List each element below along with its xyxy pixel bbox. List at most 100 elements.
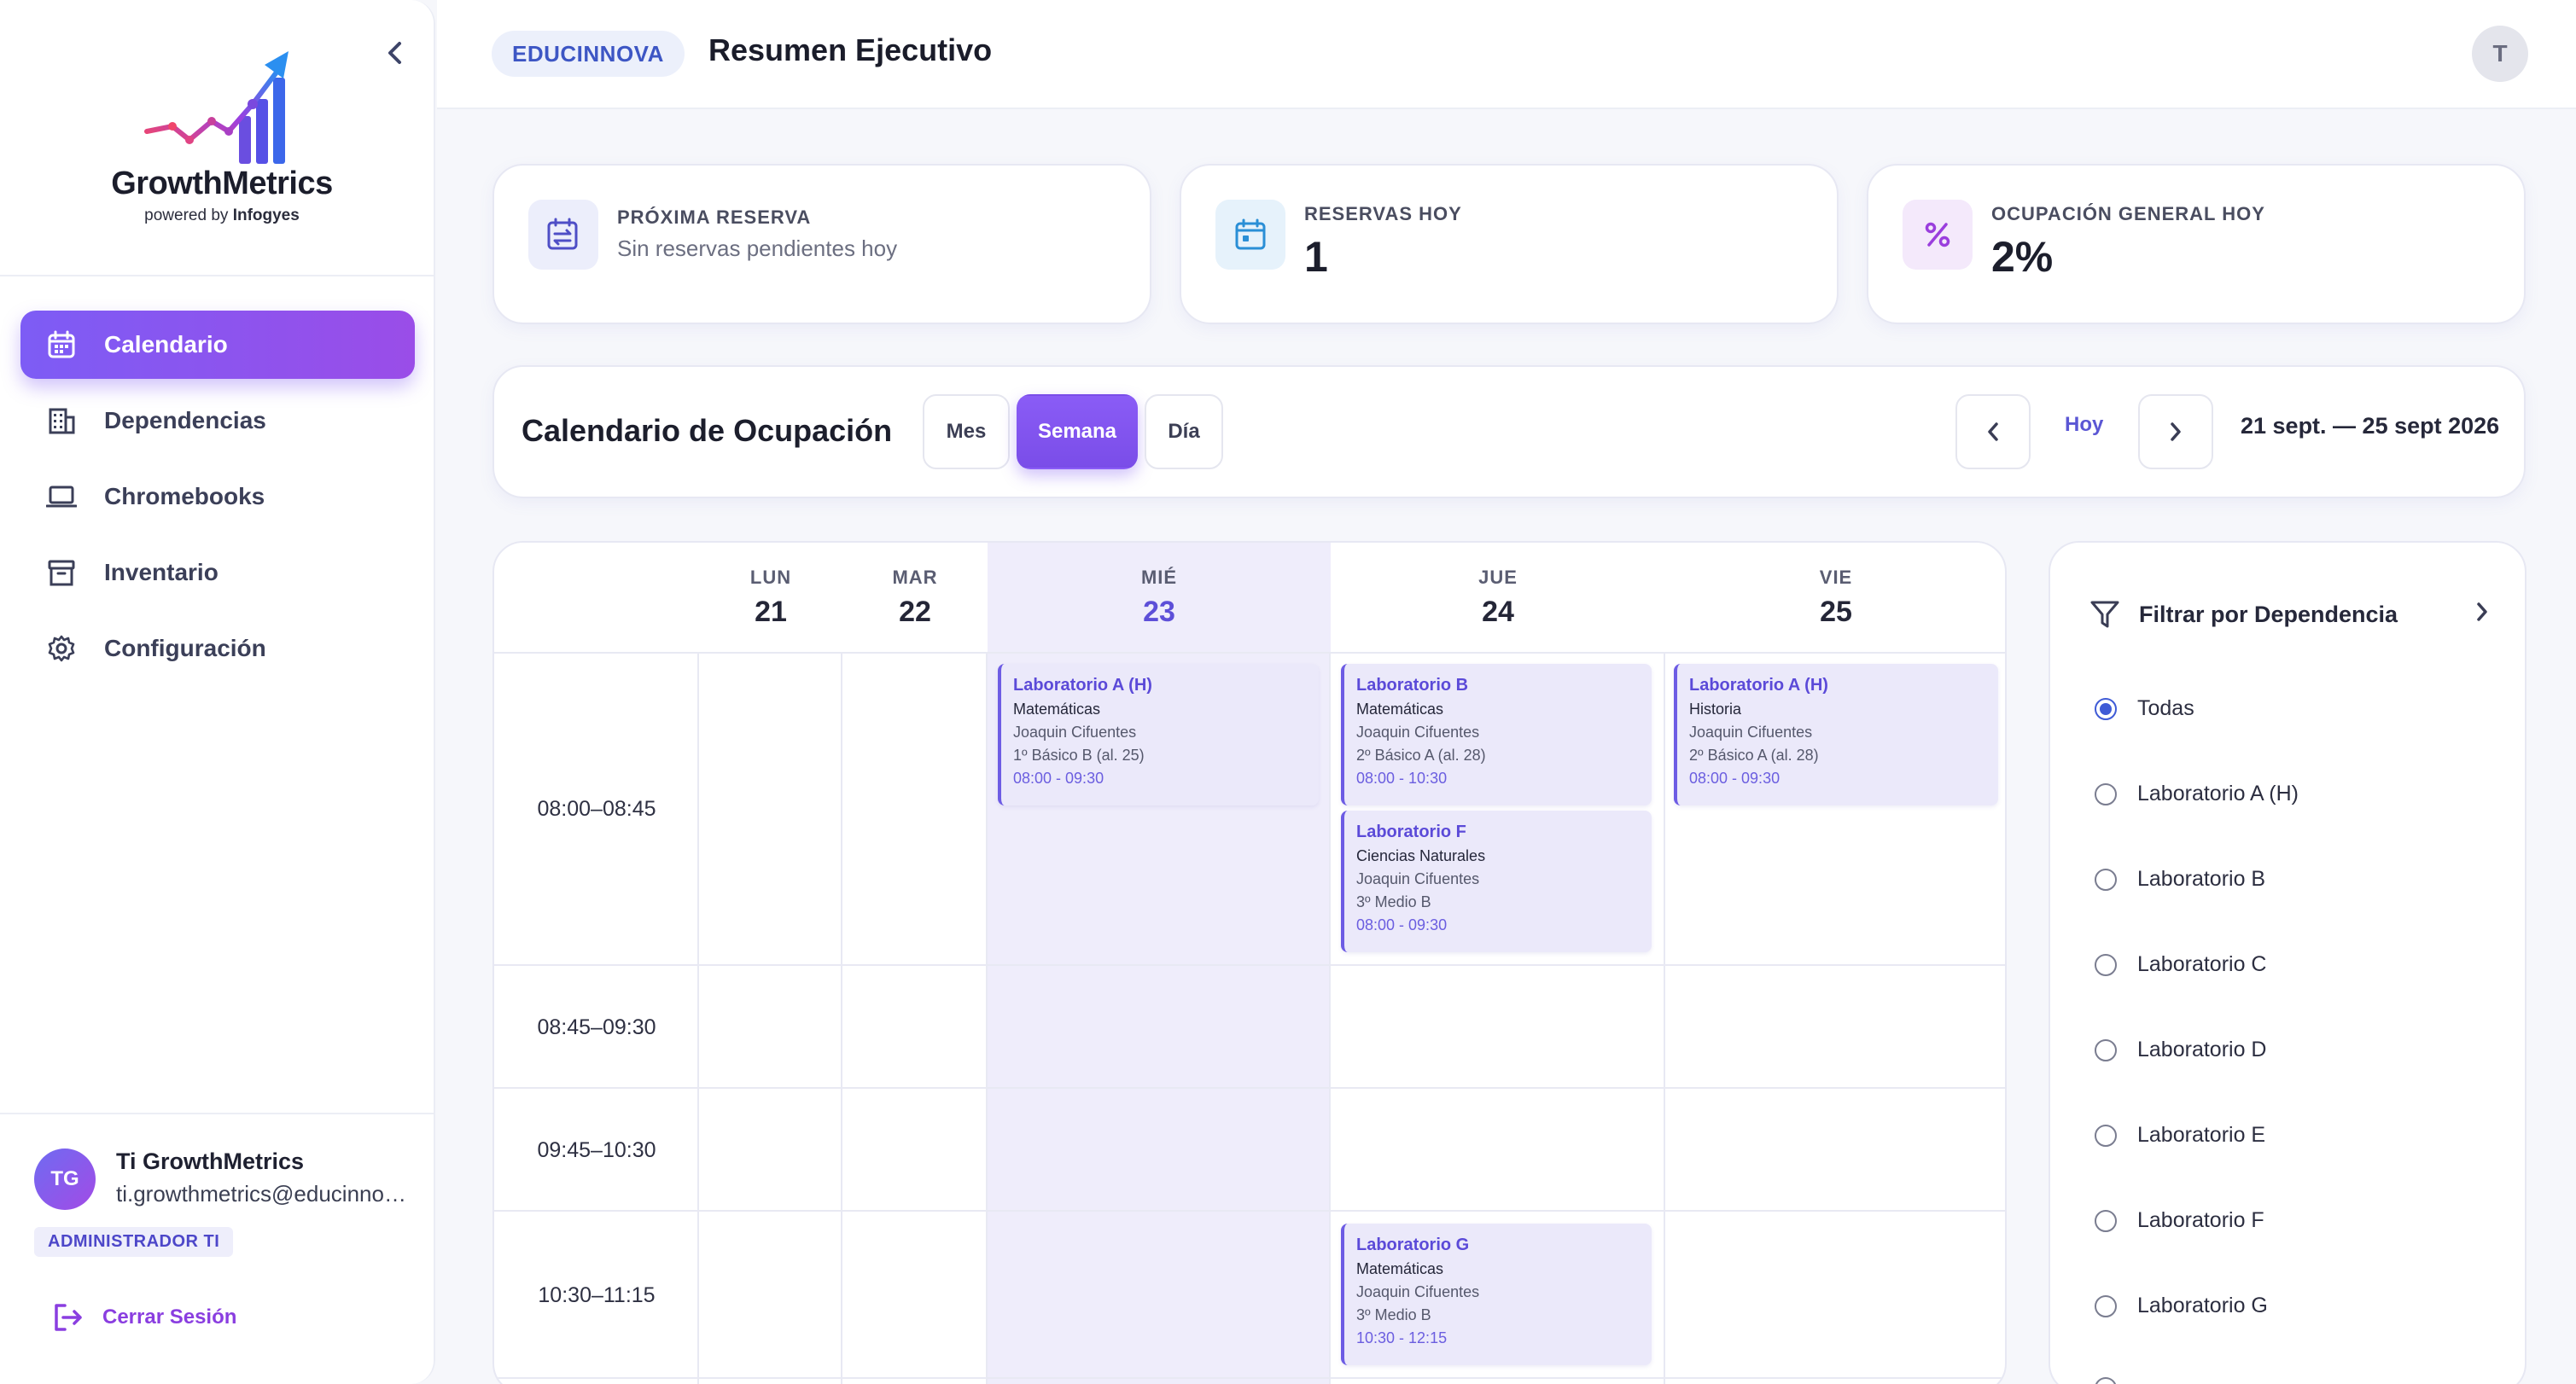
event-teacher: Joaquin Cifuentes bbox=[1689, 724, 1813, 741]
sidebar-divider bbox=[0, 275, 434, 276]
radio-button[interactable] bbox=[2095, 1294, 2117, 1317]
radio-button[interactable] bbox=[2095, 953, 2117, 976]
event-subject: Matemáticas bbox=[1356, 701, 1444, 718]
radio-button[interactable] bbox=[2095, 1209, 2117, 1232]
day-name: JUE bbox=[1478, 567, 1518, 588]
filter-option-more[interactable] bbox=[2095, 1377, 2137, 1384]
time-slot-label: 08:00–08:45 bbox=[537, 797, 656, 821]
booking-event[interactable]: Laboratorio F Ciencias Naturales Joaquin… bbox=[1341, 811, 1652, 952]
next-week-button[interactable] bbox=[2138, 394, 2213, 469]
event-group: 1º Básico B (al. 25) bbox=[1013, 747, 1145, 764]
event-room: Laboratorio A (H) bbox=[1013, 676, 1152, 695]
filter-icon bbox=[2090, 601, 2119, 628]
event-time: 10:30 - 12:15 bbox=[1356, 1329, 1448, 1346]
building-icon bbox=[44, 404, 79, 438]
filter-option-todas[interactable]: Todas bbox=[2095, 696, 2194, 721]
event-room: Laboratorio B bbox=[1356, 676, 1469, 695]
chevron-right-icon[interactable] bbox=[2474, 599, 2491, 625]
filter-option-label: Laboratorio F bbox=[2137, 1208, 2264, 1232]
day-header-mon: LUN 21 bbox=[699, 543, 842, 654]
booking-event[interactable]: Laboratorio G Matemáticas Joaquin Cifuen… bbox=[1341, 1224, 1652, 1365]
view-day-button[interactable]: Día bbox=[1145, 394, 1223, 469]
calendar-toolbar: Calendario de Ocupación Mes Semana Día H… bbox=[492, 365, 2526, 498]
radio-button[interactable] bbox=[2095, 697, 2117, 720]
sidebar: GrowthMetrics powered by Infogyes Calend… bbox=[0, 0, 435, 1384]
view-week-button[interactable]: Semana bbox=[1017, 394, 1138, 469]
booking-event[interactable]: Laboratorio A (H) Matemáticas Joaquin Ci… bbox=[998, 664, 1319, 805]
radio-button[interactable] bbox=[2095, 868, 2117, 891]
sidebar-item-dependencias[interactable]: Dependencias bbox=[20, 387, 415, 455]
booking-event[interactable]: Laboratorio B Matemáticas Joaquin Cifuen… bbox=[1341, 664, 1652, 805]
booking-event[interactable]: Laboratorio A (H) Historia Joaquin Cifue… bbox=[1674, 664, 1998, 805]
view-month-button[interactable]: Mes bbox=[923, 394, 1010, 469]
filter-option-label: Laboratorio E bbox=[2137, 1123, 2266, 1147]
previous-week-button[interactable] bbox=[1955, 394, 2031, 469]
filter-option-label: Laboratorio D bbox=[2137, 1038, 2267, 1061]
radio-button[interactable] bbox=[2095, 782, 2117, 805]
week-calendar-grid: LUN 21 MAR 22 MIÉ 23 JUE 24 VIE 25 08:00… bbox=[492, 541, 2007, 1384]
event-teacher: Joaquin Cifuentes bbox=[1356, 724, 1480, 741]
filter-option-lab-d[interactable]: Laboratorio D bbox=[2095, 1038, 2266, 1062]
occupancy-label: OCUPACIÓN GENERAL HOY bbox=[1991, 203, 2265, 224]
sidebar-item-configuracion[interactable]: Configuración bbox=[20, 614, 415, 683]
gear-icon bbox=[44, 631, 79, 666]
role-badge: ADMINISTRADOR TI bbox=[34, 1227, 234, 1257]
event-teacher: Joaquin Cifuentes bbox=[1356, 870, 1480, 887]
logout-button[interactable]: Cerrar Sesión bbox=[50, 1299, 236, 1336]
chevron-right-icon bbox=[2171, 422, 2181, 441]
event-subject: Matemáticas bbox=[1013, 701, 1101, 718]
collapse-sidebar-button[interactable] bbox=[379, 38, 410, 68]
time-slot-label: 10:30–11:15 bbox=[538, 1283, 656, 1307]
event-time: 08:00 - 09:30 bbox=[1013, 770, 1104, 787]
date-range: 21 sept. — 25 sept 2026 bbox=[2241, 413, 2500, 439]
event-group: 2º Básico A (al. 28) bbox=[1356, 747, 1486, 764]
radio-button[interactable] bbox=[2095, 1377, 2117, 1384]
filter-option-lab-e[interactable]: Laboratorio E bbox=[2095, 1123, 2265, 1148]
day-header-fri: VIE 25 bbox=[1665, 543, 2005, 654]
sidebar-item-label: Chromebooks bbox=[104, 483, 265, 509]
day-header-thu: JUE 24 bbox=[1331, 543, 1665, 654]
filter-option-lab-a[interactable]: Laboratorio A (H) bbox=[2095, 782, 2299, 806]
filter-option-lab-g[interactable]: Laboratorio G bbox=[2095, 1294, 2268, 1318]
filter-option-lab-f[interactable]: Laboratorio F bbox=[2095, 1208, 2264, 1233]
day-number: 21 bbox=[755, 596, 787, 628]
day-name: VIE bbox=[1819, 567, 1853, 588]
page-title: Resumen Ejecutivo bbox=[708, 32, 993, 67]
filter-option-lab-b[interactable]: Laboratorio B bbox=[2095, 867, 2265, 892]
sidebar-item-calendario[interactable]: Calendario bbox=[20, 311, 415, 379]
radio-button[interactable] bbox=[2095, 1124, 2117, 1147]
sidebar-item-inventario[interactable]: Inventario bbox=[20, 538, 415, 607]
filter-option-label: Laboratorio G bbox=[2137, 1294, 2268, 1317]
day-header-tue: MAR 22 bbox=[842, 543, 988, 654]
event-room: Laboratorio F bbox=[1356, 823, 1466, 841]
user-email: ti.growthmetrics@educinnova.cl bbox=[116, 1181, 406, 1207]
grid-line bbox=[841, 654, 842, 1384]
today-button[interactable]: Hoy bbox=[2065, 413, 2103, 437]
logout-label: Cerrar Sesión bbox=[102, 1305, 237, 1329]
grid-line bbox=[494, 652, 2005, 654]
grid-line bbox=[494, 964, 2005, 966]
filter-panel: Filtrar por Dependencia Todas Laboratori… bbox=[2049, 541, 2526, 1384]
chevron-left-icon bbox=[1988, 422, 1998, 441]
brand-logo: GrowthMetrics powered by Infogyes bbox=[85, 39, 358, 227]
radio-button[interactable] bbox=[2095, 1038, 2117, 1061]
filter-header[interactable]: Filtrar por Dependencia bbox=[2089, 599, 2491, 630]
day-number: 25 bbox=[1820, 596, 1852, 628]
grid-line bbox=[1329, 654, 1331, 1384]
grid-line bbox=[986, 654, 988, 1384]
event-subject: Historia bbox=[1689, 701, 1742, 718]
bookings-today-card: RESERVAS HOY 1 bbox=[1180, 164, 1839, 324]
event-time: 08:00 - 09:30 bbox=[1689, 770, 1780, 787]
calendar-icon bbox=[1215, 200, 1285, 270]
avatar[interactable]: TG bbox=[34, 1148, 96, 1210]
sidebar-item-chromebooks[interactable]: Chromebooks bbox=[20, 462, 415, 531]
filter-option-label: Laboratorio C bbox=[2137, 952, 2267, 976]
percent-icon bbox=[1903, 200, 1973, 270]
grid-line bbox=[494, 1210, 2005, 1212]
event-time: 08:00 - 09:30 bbox=[1356, 916, 1448, 933]
user-name: Ti GrowthMetrics bbox=[116, 1148, 305, 1174]
filter-option-lab-c[interactable]: Laboratorio C bbox=[2095, 952, 2266, 977]
occupancy-value: 2% bbox=[1991, 233, 2054, 281]
avatar[interactable]: T bbox=[2472, 26, 2528, 82]
event-subject: Matemáticas bbox=[1356, 1260, 1444, 1277]
